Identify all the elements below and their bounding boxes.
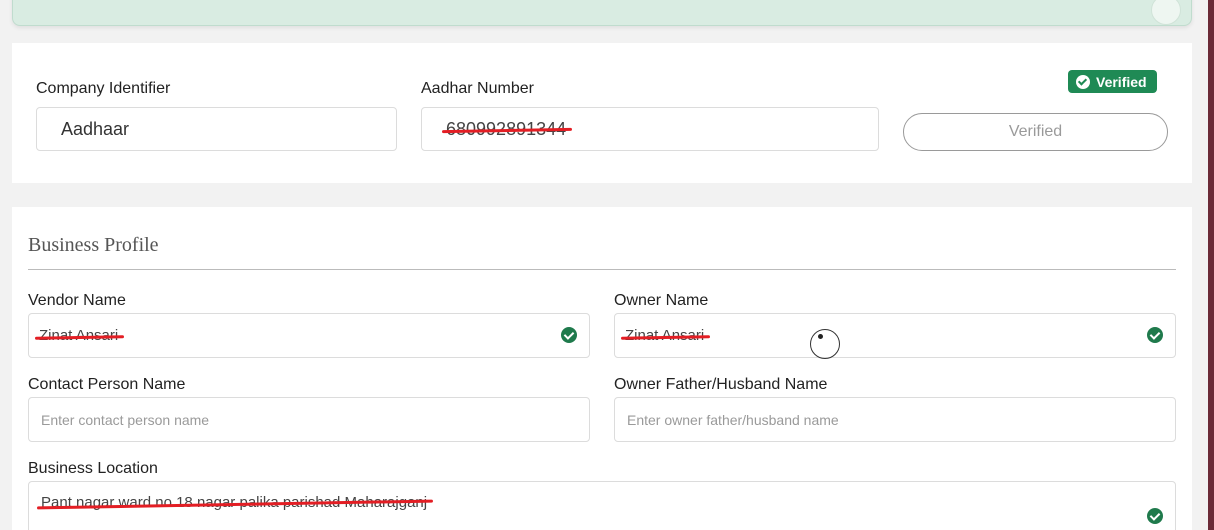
owner-name-label: Owner Name xyxy=(614,292,709,309)
scrollbar[interactable] xyxy=(1208,0,1214,530)
contact-person-input[interactable]: Enter contact person name xyxy=(28,397,590,442)
check-circle-icon xyxy=(1147,508,1163,524)
business-location-value-redacted: Pant nagar ward no 18 nagar palika paris… xyxy=(41,494,428,511)
aadhar-number-input[interactable]: 680992891344 xyxy=(421,107,879,151)
check-circle-icon xyxy=(1076,74,1090,89)
vendor-name-input[interactable]: Zinat Ansari xyxy=(28,313,590,358)
company-identifier-select[interactable]: Aadhaar xyxy=(36,107,397,151)
business-location-label: Business Location xyxy=(28,460,158,477)
aadhar-verification-card: Company Identifier Aadhaar Aadhar Number… xyxy=(12,43,1192,183)
owner-father-placeholder: Enter owner father/husband name xyxy=(627,411,839,428)
vendor-name-value-redacted: Zinat Ansari xyxy=(39,327,119,344)
mouse-cursor-indicator xyxy=(810,329,840,359)
verified-status-badge: Verified xyxy=(1068,70,1157,93)
verified-badge-label: Verified xyxy=(1096,73,1147,90)
check-circle-icon xyxy=(561,327,577,343)
owner-father-label: Owner Father/Husband Name xyxy=(614,376,828,393)
top-notification-banner xyxy=(12,0,1192,26)
section-divider xyxy=(28,269,1176,270)
verify-aadhar-button[interactable]: Verified xyxy=(903,113,1168,151)
check-circle-icon xyxy=(1147,327,1163,343)
section-title: Business Profile xyxy=(28,234,159,256)
company-identifier-value: Aadhaar xyxy=(61,118,130,139)
contact-person-placeholder: Enter contact person name xyxy=(41,411,210,428)
business-profile-card: Business Profile Vendor Name Zinat Ansar… xyxy=(12,207,1192,530)
owner-father-input[interactable]: Enter owner father/husband name xyxy=(614,397,1176,442)
owner-name-input[interactable]: Zinat Ansari xyxy=(614,313,1176,358)
aadhar-number-label: Aadhar Number xyxy=(421,80,534,97)
business-location-textarea[interactable]: Pant nagar ward no 18 nagar palika paris… xyxy=(28,481,1176,530)
company-identifier-label: Company Identifier xyxy=(36,80,171,97)
vendor-name-label: Vendor Name xyxy=(28,292,126,309)
owner-name-value-redacted: Zinat Ansari xyxy=(625,327,705,344)
banner-close-button[interactable] xyxy=(1151,0,1181,25)
contact-person-label: Contact Person Name xyxy=(28,376,186,393)
aadhar-number-value-redacted: 680992891344 xyxy=(446,118,567,139)
